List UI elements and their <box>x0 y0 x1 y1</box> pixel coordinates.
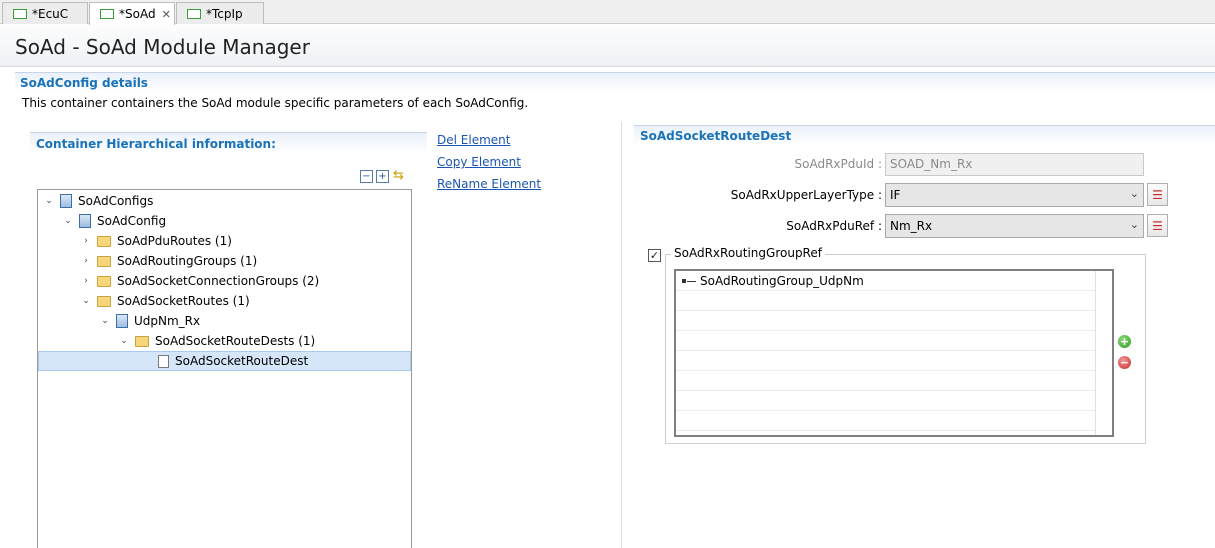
routing-group-ref-title: SoAdRxRoutingGroupRef <box>671 246 825 260</box>
expand-arrow-icon[interactable]: ⌄ <box>119 336 129 346</box>
collapse-all-icon[interactable]: − <box>360 170 373 183</box>
tree-node-soadconfig[interactable]: ⌄ SoAdConfig <box>63 211 166 231</box>
copy-element-link[interactable]: Copy Element <box>437 155 521 169</box>
upper-layer-type-label: SoAdRxUpperLayerType : <box>730 188 882 202</box>
pdu-ref-list-button[interactable]: ☰ <box>1147 214 1168 237</box>
container-tree[interactable]: ⌄ SoAdConfigs ⌄ SoAdConfig › SoAdPduRout… <box>37 189 412 548</box>
hierarchy-header: Container Hierarchical information: <box>30 132 427 154</box>
tree-node-socket-connection-groups[interactable]: › SoAdSocketConnectionGroups (2) <box>81 271 319 291</box>
routing-group-ref-list[interactable]: SoAdRoutingGroup_UdpNm <box>674 269 1114 437</box>
list-icon: ☰ <box>1152 187 1163 202</box>
collapsed-arrow-icon[interactable]: › <box>81 236 91 246</box>
chevron-down-icon[interactable]: ⌄ <box>1130 218 1139 231</box>
tree-node-socket-route-dests[interactable]: ⌄ SoAdSocketRouteDests (1) <box>119 331 315 351</box>
tab-soad[interactable]: *SoAd ✕ <box>89 2 175 25</box>
collapsed-arrow-icon[interactable]: › <box>81 256 91 266</box>
container-icon <box>60 194 72 208</box>
section-description: This container containers the SoAd modul… <box>22 96 529 110</box>
add-icon[interactable]: + <box>1118 335 1131 348</box>
tree-node-socket-routes[interactable]: ⌄ SoAdSocketRoutes (1) <box>81 291 250 311</box>
tree-node-label: SoAdSocketRouteDest <box>175 354 309 368</box>
tree-node-label: SoAdSocketRoutes (1) <box>117 294 250 308</box>
module-icon <box>13 8 27 19</box>
list-item[interactable] <box>676 371 1096 391</box>
rename-element-link[interactable]: ReName Element <box>437 177 541 191</box>
tree-node-socket-route-dest[interactable]: SoAdSocketRouteDest <box>38 351 411 371</box>
container-icon <box>79 214 91 228</box>
panel-divider[interactable] <box>621 122 622 548</box>
list-item[interactable] <box>676 331 1096 351</box>
delete-element-link[interactable]: Del Element <box>437 133 510 147</box>
folder-icon <box>97 255 111 267</box>
tree-node-udpnm-rx[interactable]: ⌄ UdpNm_Rx <box>100 311 200 331</box>
list-item[interactable]: SoAdRoutingGroup_UdpNm <box>676 271 1096 291</box>
module-icon <box>100 9 114 19</box>
close-icon[interactable]: ✕ <box>162 8 171 21</box>
section-header: SoAdConfig details <box>15 72 1215 92</box>
link-editor-icon[interactable]: ⇆ <box>392 169 405 183</box>
hierarchy-title: Container Hierarchical information: <box>36 137 276 151</box>
tab-label: *SoAd <box>119 7 156 21</box>
tree-node-pdu-routes[interactable]: › SoAdPduRoutes (1) <box>81 231 232 251</box>
upper-layer-type-list-button[interactable]: ☰ <box>1147 183 1168 206</box>
tree-toolbar: − + ⇆ <box>360 169 405 183</box>
tree-node-label: SoAdSocketConnectionGroups (2) <box>117 274 320 288</box>
routing-group-ref-checkbox[interactable]: ✓ <box>648 249 661 262</box>
folder-icon <box>97 275 111 287</box>
folder-icon <box>135 335 149 347</box>
folder-icon <box>97 295 111 307</box>
list-item-content: SoAdRoutingGroup_UdpNm <box>682 274 864 288</box>
tree-node-label: SoAdConfigs <box>78 194 154 208</box>
pdu-ref-label: SoAdRxPduRef : <box>786 219 882 233</box>
module-icon <box>187 8 201 19</box>
tab-ecuc[interactable]: *EcuC <box>2 2 88 24</box>
reference-icon <box>682 278 696 284</box>
details-title: SoAdSocketRouteDest <box>640 129 792 143</box>
document-icon <box>158 354 169 368</box>
page-title: SoAd - SoAd Module Manager <box>15 35 310 59</box>
chevron-down-icon[interactable]: ⌄ <box>1130 187 1139 200</box>
expand-arrow-icon[interactable]: ⌄ <box>63 216 73 226</box>
editor-title-bar: SoAd - SoAd Module Manager <box>0 25 1215 67</box>
editor-tab-bar: *EcuC *SoAd ✕ *TcpIp <box>0 0 1215 25</box>
tab-label: *TcpIp <box>206 6 243 21</box>
tree-node-label: SoAdRoutingGroups (1) <box>117 254 258 268</box>
expand-arrow-icon[interactable]: ⌄ <box>81 296 91 306</box>
list-item[interactable] <box>676 291 1096 311</box>
container-icon <box>116 314 128 328</box>
section-title: SoAdConfig details <box>20 76 148 90</box>
remove-icon[interactable]: − <box>1118 356 1131 369</box>
tree-node-label: SoAdPduRoutes (1) <box>117 234 232 248</box>
tree-node-label: SoAdConfig <box>97 214 167 228</box>
tree-node-routing-groups[interactable]: › SoAdRoutingGroups (1) <box>81 251 257 271</box>
list-item[interactable] <box>676 351 1096 371</box>
expand-arrow-icon[interactable]: ⌄ <box>100 316 110 326</box>
rx-pdu-id-field: SOAD_Nm_Rx <box>885 153 1144 176</box>
list-item-label: SoAdRoutingGroup_UdpNm <box>700 274 864 288</box>
tree-node-label: SoAdSocketRouteDests (1) <box>155 334 316 348</box>
expand-all-icon[interactable]: + <box>376 170 389 183</box>
tab-label: *EcuC <box>32 6 69 21</box>
list-icon: ☰ <box>1152 218 1163 233</box>
collapsed-arrow-icon[interactable]: › <box>81 276 91 286</box>
list-item[interactable] <box>676 391 1096 411</box>
details-header: SoAdSocketRouteDest <box>634 125 1215 145</box>
upper-layer-type-select[interactable]: IF ⌄ <box>885 183 1144 207</box>
folder-icon <box>97 235 111 247</box>
select-value: IF <box>890 188 901 202</box>
rx-pdu-id-label: SoAdRxPduId : <box>794 157 883 171</box>
tab-tcpip[interactable]: *TcpIp <box>176 2 264 24</box>
list-item[interactable] <box>676 411 1096 431</box>
tree-node-label: UdpNm_Rx <box>134 314 201 328</box>
expand-arrow-icon[interactable]: ⌄ <box>44 196 54 206</box>
column-divider <box>1095 271 1096 435</box>
select-value: Nm_Rx <box>890 219 933 233</box>
tree-node-soadconfigs[interactable]: ⌄ SoAdConfigs <box>44 191 153 211</box>
pdu-ref-select[interactable]: Nm_Rx ⌄ <box>885 214 1144 238</box>
list-item[interactable] <box>676 311 1096 331</box>
